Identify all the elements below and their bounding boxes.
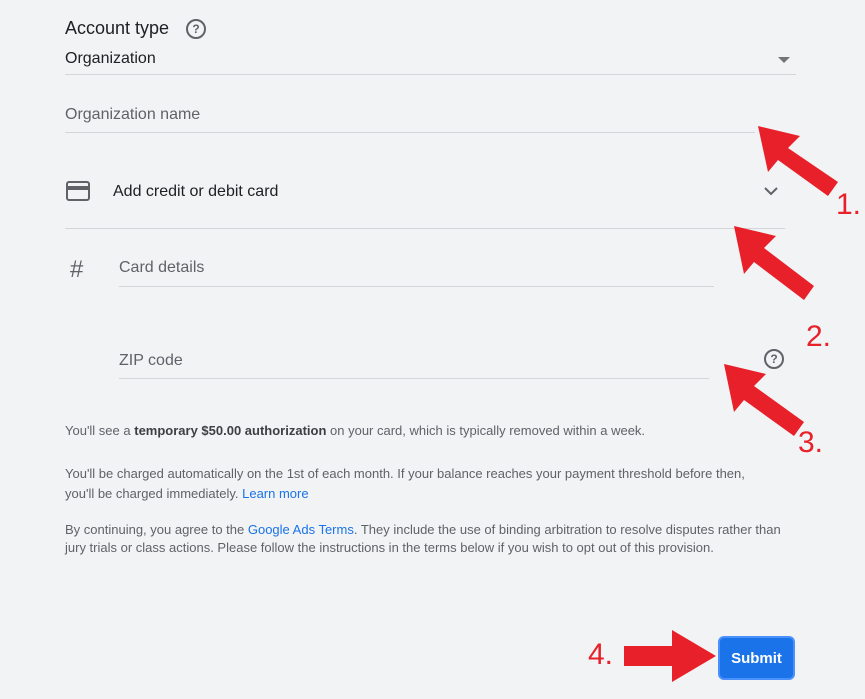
zip-code-underline	[119, 378, 709, 379]
account-type-label: Account type	[65, 18, 170, 38]
add-card-label[interactable]: Add credit or debit card	[113, 183, 278, 201]
zip-code-input[interactable]: ZIP code	[119, 352, 183, 370]
hash-icon: #	[70, 256, 84, 283]
question-circle-icon[interactable]: ?	[186, 19, 206, 39]
card-section-divider	[65, 228, 785, 229]
organization-name-input[interactable]: Organization name	[65, 106, 200, 124]
notice-text: You'll see a	[65, 423, 135, 438]
learn-more-link[interactable]: Learn more	[242, 486, 308, 501]
billing-notice-line: you'll be charged immediately.	[65, 486, 243, 501]
annotation-step-1: 1.	[836, 188, 862, 221]
annotation-arrow-4	[624, 630, 716, 682]
notice-text: on your card, which is typically removed…	[326, 423, 646, 438]
billing-notice-line: You'll be charged automatically on the 1…	[65, 466, 745, 481]
terms-notice: By continuing, you agree to the Google A…	[65, 521, 803, 557]
account-type-value[interactable]: Organization	[65, 50, 156, 68]
submit-button[interactable]: Submit	[720, 638, 793, 678]
annotation-step-2: 2.	[806, 320, 832, 353]
authorization-notice: You'll see a temporary $50.00 authorizat…	[65, 421, 795, 441]
notice-bold: temporary $50.00 authorization	[134, 423, 327, 438]
caret-down-icon[interactable]	[778, 57, 790, 63]
annotation-step-4: 4.	[588, 638, 614, 671]
google-ads-terms-link[interactable]: Google Ads Terms	[248, 522, 354, 537]
annotation-arrow-2	[734, 226, 814, 300]
card-details-underline	[119, 286, 714, 287]
account-type-underline	[65, 74, 796, 75]
annotation-arrow-1	[758, 126, 838, 196]
organization-name-underline	[65, 132, 755, 133]
card-details-input[interactable]: Card details	[119, 259, 204, 277]
billing-notice: You'll be charged automatically on the 1…	[65, 464, 805, 504]
credit-card-icon	[66, 181, 90, 201]
terms-text: By continuing, you agree to the	[65, 522, 248, 537]
annotation-step-3: 3.	[798, 426, 824, 459]
